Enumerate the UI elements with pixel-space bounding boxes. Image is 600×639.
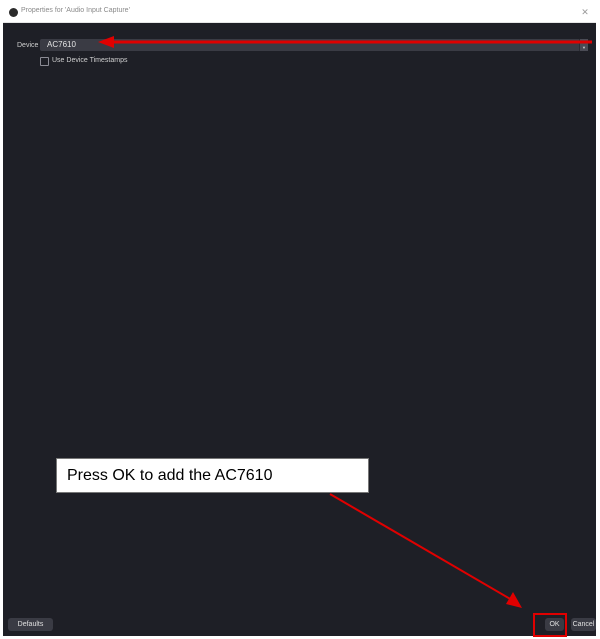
properties-dialog: Properties for 'Audio Input Capture' ✕ D…: [3, 3, 596, 636]
obs-app-icon: [9, 8, 18, 17]
defaults-button[interactable]: Defaults: [8, 618, 53, 631]
instruction-callout: Press OK to add the AC7610: [56, 458, 369, 493]
title-bar: Properties for 'Audio Input Capture' ✕: [3, 3, 596, 23]
device-timestamps-checkbox[interactable]: [40, 57, 49, 66]
close-button[interactable]: ✕: [578, 5, 592, 19]
ok-highlight-box: [533, 613, 567, 637]
window-title: Properties for 'Audio Input Capture': [21, 7, 130, 14]
callout-text: Press OK to add the AC7610: [67, 467, 273, 484]
device-value: AC7610: [47, 40, 76, 49]
device-select[interactable]: AC7610 ▲ ▼: [40, 39, 588, 51]
select-arrows-icon[interactable]: ▲ ▼: [579, 39, 588, 51]
device-timestamps-label: Use Device Timestamps: [52, 57, 128, 64]
device-label: Device: [17, 42, 39, 49]
cancel-button[interactable]: Cancel: [571, 618, 596, 631]
properties-content: Device AC7610 ▲ ▼ Use Device Timestamps D…: [3, 23, 596, 636]
